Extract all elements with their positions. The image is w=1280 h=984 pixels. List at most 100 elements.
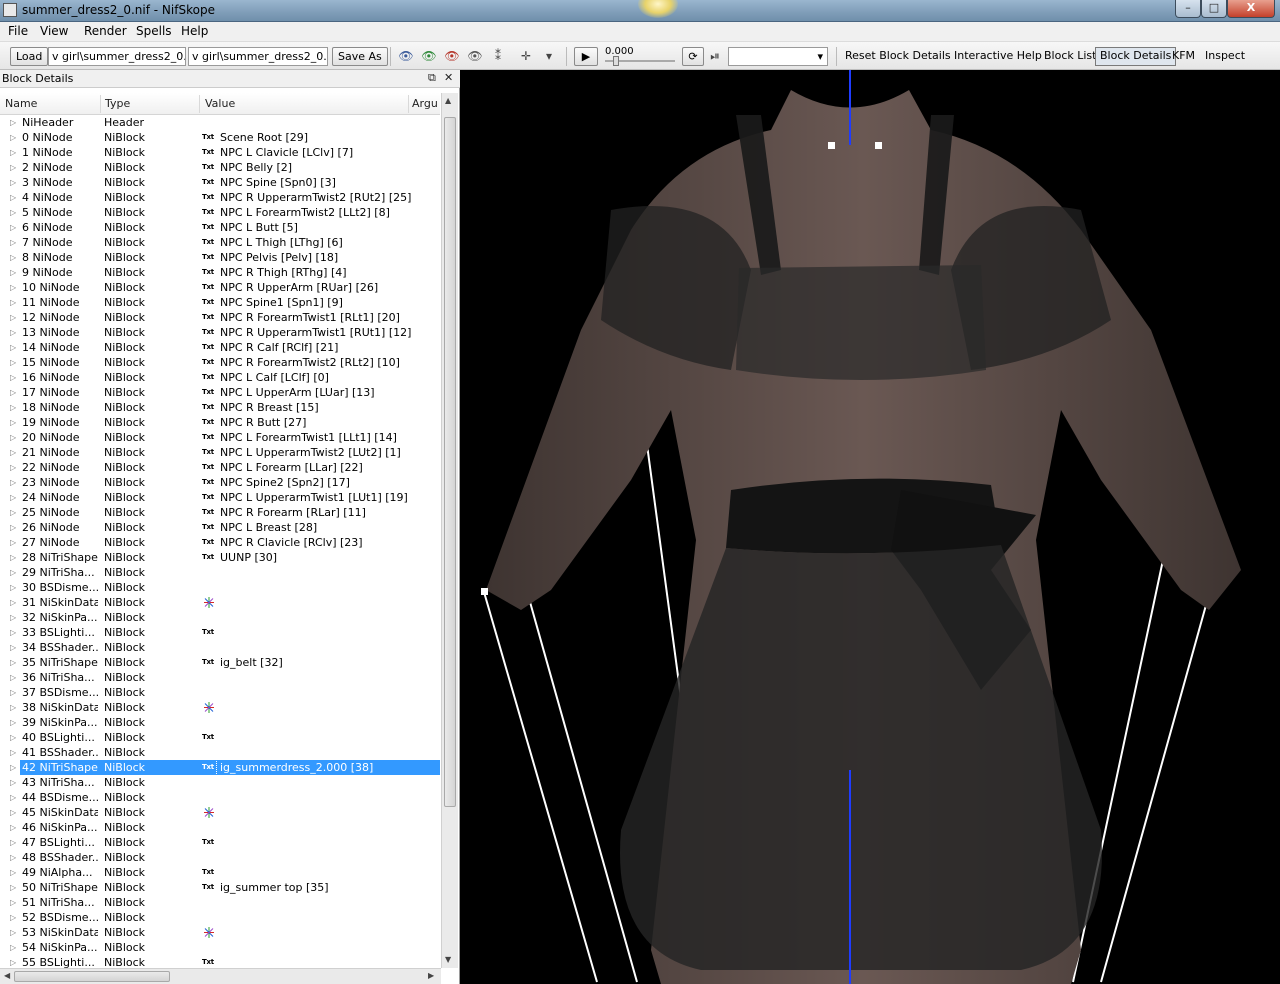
expand-arrow-icon[interactable]: ▷ — [10, 805, 18, 820]
expand-arrow-icon[interactable]: ▷ — [10, 160, 18, 175]
vertical-scrollbar[interactable]: ▲ ▼ — [441, 93, 458, 968]
view-front-eye-icon[interactable]: 👁 — [398, 50, 414, 63]
expand-arrow-icon[interactable]: ▷ — [10, 835, 18, 850]
menu-spells[interactable]: Spells — [136, 24, 172, 38]
tree-row[interactable]: ▷ NiHeader Header — [0, 115, 440, 130]
tree-row[interactable]: ▷ 19 NiNode NiBlock Txt NPC R Butt [27] — [0, 415, 440, 430]
tree-row[interactable]: ▷ 48 BSShader... NiBlock — [0, 850, 440, 865]
save-path-field[interactable]: v girl\summer_dress2_0.nif — [188, 47, 328, 66]
expand-arrow-icon[interactable]: ▷ — [10, 760, 18, 775]
tree-row[interactable]: ▷ 8 NiNode NiBlock Txt NPC Pelvis [Pelv] [18… — [0, 250, 440, 265]
tree-row[interactable]: ▷ 1 NiNode NiBlock Txt NPC L Clavicle [LClv]… — [0, 145, 440, 160]
play-button[interactable]: ▶ — [574, 47, 598, 66]
expand-arrow-icon[interactable]: ▷ — [10, 940, 18, 955]
tree-row[interactable]: ▷ 2 NiNode NiBlock Txt NPC Belly [2] — [0, 160, 440, 175]
tree-row[interactable]: ▷ 35 NiTriShape NiBlock Txt ig_belt [32] — [0, 655, 440, 670]
render-viewport[interactable] — [461, 70, 1280, 984]
scroll-left-icon[interactable]: ◀ — [4, 971, 10, 980]
tree-row[interactable]: ▷ 55 BSLighti... NiBlock Txt — [0, 955, 440, 968]
tree-row[interactable]: ▷ 27 NiNode NiBlock Txt NPC R Clavicle [RClv… — [0, 535, 440, 550]
axes-icon[interactable]: ✛ — [518, 50, 534, 63]
expand-arrow-icon[interactable]: ▷ — [10, 445, 18, 460]
switch-animation-icon[interactable]: ⏯ — [707, 50, 723, 63]
tree-row[interactable]: ▷ 53 NiSkinData NiBlock — [0, 925, 440, 940]
expand-arrow-icon[interactable]: ▷ — [10, 220, 18, 235]
tree-row[interactable]: ▷ 30 BSDisme... NiBlock — [0, 580, 440, 595]
expand-arrow-icon[interactable]: ▷ — [10, 700, 18, 715]
tree-row[interactable]: ▷ 36 NiTriSha... NiBlock — [0, 670, 440, 685]
expand-arrow-icon[interactable]: ▷ — [10, 640, 18, 655]
tree-row[interactable]: ▷ 25 NiNode NiBlock Txt NPC R Forearm [RLar]… — [0, 505, 440, 520]
menu-file[interactable]: File — [8, 24, 28, 38]
tree-row[interactable]: ▷ 44 BSDisme... NiBlock — [0, 790, 440, 805]
block-details-link[interactable]: Block Details — [1095, 47, 1177, 66]
expand-arrow-icon[interactable]: ▷ — [10, 415, 18, 430]
time-slider-handle[interactable] — [613, 56, 619, 66]
view-user-eye-icon[interactable]: 👁 — [467, 50, 483, 63]
expand-arrow-icon[interactable]: ▷ — [10, 295, 18, 310]
expand-arrow-icon[interactable]: ▷ — [10, 400, 18, 415]
expand-arrow-icon[interactable]: ▷ — [10, 430, 18, 445]
expand-arrow-icon[interactable]: ▷ — [10, 715, 18, 730]
expand-arrow-icon[interactable]: ▷ — [10, 355, 18, 370]
reset-block-details-link[interactable]: Reset Block Details — [845, 49, 951, 62]
tree-row[interactable]: ▷ 10 NiNode NiBlock Txt NPC R UpperArm [RUar… — [0, 280, 440, 295]
expand-arrow-icon[interactable]: ▷ — [10, 595, 18, 610]
tree-row[interactable]: ▷ 26 NiNode NiBlock Txt NPC L Breast [28] — [0, 520, 440, 535]
expand-arrow-icon[interactable]: ▷ — [10, 370, 18, 385]
expand-arrow-icon[interactable]: ▷ — [10, 685, 18, 700]
load-button[interactable]: Load — [10, 47, 49, 66]
column-name[interactable]: Name — [5, 97, 37, 110]
expand-arrow-icon[interactable]: ▷ — [10, 505, 18, 520]
tree-row[interactable]: ▷ 52 BSDisme... NiBlock — [0, 910, 440, 925]
expand-arrow-icon[interactable]: ▷ — [10, 190, 18, 205]
tree-row[interactable]: ▷ 7 NiNode NiBlock Txt NPC L Thigh [LThg] [6… — [0, 235, 440, 250]
menu-render[interactable]: Render — [84, 24, 127, 38]
expand-arrow-icon[interactable]: ▷ — [10, 265, 18, 280]
menu-help[interactable]: Help — [181, 24, 208, 38]
expand-arrow-icon[interactable]: ▷ — [10, 745, 18, 760]
expand-arrow-icon[interactable]: ▷ — [10, 235, 18, 250]
expand-arrow-icon[interactable]: ▷ — [10, 475, 18, 490]
tree-row[interactable]: ▷ 45 NiSkinData NiBlock — [0, 805, 440, 820]
tree-row[interactable]: ▷ 40 BSLighti... NiBlock Txt — [0, 730, 440, 745]
save-as-button[interactable]: Save As — [332, 47, 388, 66]
expand-arrow-icon[interactable]: ▷ — [10, 550, 18, 565]
expand-arrow-icon[interactable]: ▷ — [10, 325, 18, 340]
expand-arrow-icon[interactable]: ▷ — [10, 580, 18, 595]
expand-arrow-icon[interactable]: ▷ — [10, 490, 18, 505]
tree-row[interactable]: ▷ 51 NiTriSha... NiBlock — [0, 895, 440, 910]
view-dropdown-icon[interactable]: ▾ — [541, 50, 557, 63]
expand-arrow-icon[interactable]: ▷ — [10, 535, 18, 550]
scroll-right-icon[interactable]: ▶ — [428, 971, 434, 980]
tree-row[interactable]: ▷ 16 NiNode NiBlock Txt NPC L Calf [LClf] [0… — [0, 370, 440, 385]
tree-row[interactable]: ▷ 20 NiNode NiBlock Txt NPC L ForearmTwist1 … — [0, 430, 440, 445]
expand-arrow-icon[interactable]: ▷ — [10, 925, 18, 940]
tree-row[interactable]: ▷ 33 BSLighti... NiBlock Txt — [0, 625, 440, 640]
expand-arrow-icon[interactable]: ▷ — [10, 520, 18, 535]
tree-row[interactable]: ▷ 46 NiSkinPa... NiBlock — [0, 820, 440, 835]
tree-row[interactable]: ▷ 47 BSLighti... NiBlock Txt — [0, 835, 440, 850]
scroll-up-icon[interactable]: ▲ — [445, 96, 451, 105]
expand-arrow-icon[interactable]: ▷ — [10, 115, 18, 130]
column-argument[interactable]: Argu — [412, 97, 438, 110]
expand-arrow-icon[interactable]: ▷ — [10, 340, 18, 355]
minimize-button[interactable]: – — [1175, 0, 1201, 18]
tree-row[interactable]: ▷ 37 BSDisme... NiBlock — [0, 685, 440, 700]
tree-row[interactable]: ▷ 4 NiNode NiBlock Txt NPC R UpperarmTwist2 … — [0, 190, 440, 205]
expand-arrow-icon[interactable]: ▷ — [10, 280, 18, 295]
expand-arrow-icon[interactable]: ▷ — [10, 850, 18, 865]
interactive-help-link[interactable]: Interactive Help — [954, 49, 1042, 62]
tree-row[interactable]: ▷ 0 NiNode NiBlock Txt Scene Root [29] — [0, 130, 440, 145]
horizontal-scrollbar[interactable]: ◀ ▶ — [0, 968, 441, 984]
column-divider[interactable] — [100, 95, 101, 113]
expand-arrow-icon[interactable]: ▷ — [10, 460, 18, 475]
block-list-link[interactable]: Block List — [1044, 49, 1096, 62]
tree-row[interactable]: ▷ 54 NiSkinPa... NiBlock — [0, 940, 440, 955]
tree-row[interactable]: ▷ 22 NiNode NiBlock Txt NPC L Forearm [LLar]… — [0, 460, 440, 475]
close-icon[interactable]: ✕ — [444, 71, 453, 84]
tree-row[interactable]: ▷ 3 NiNode NiBlock Txt NPC Spine [Spn0] [3] — [0, 175, 440, 190]
tree-row[interactable]: ▷ 5 NiNode NiBlock Txt NPC L ForearmTwist2 [… — [0, 205, 440, 220]
tree-row[interactable]: ▷ 18 NiNode NiBlock Txt NPC R Breast [15] — [0, 400, 440, 415]
inspect-link[interactable]: Inspect — [1205, 49, 1245, 62]
